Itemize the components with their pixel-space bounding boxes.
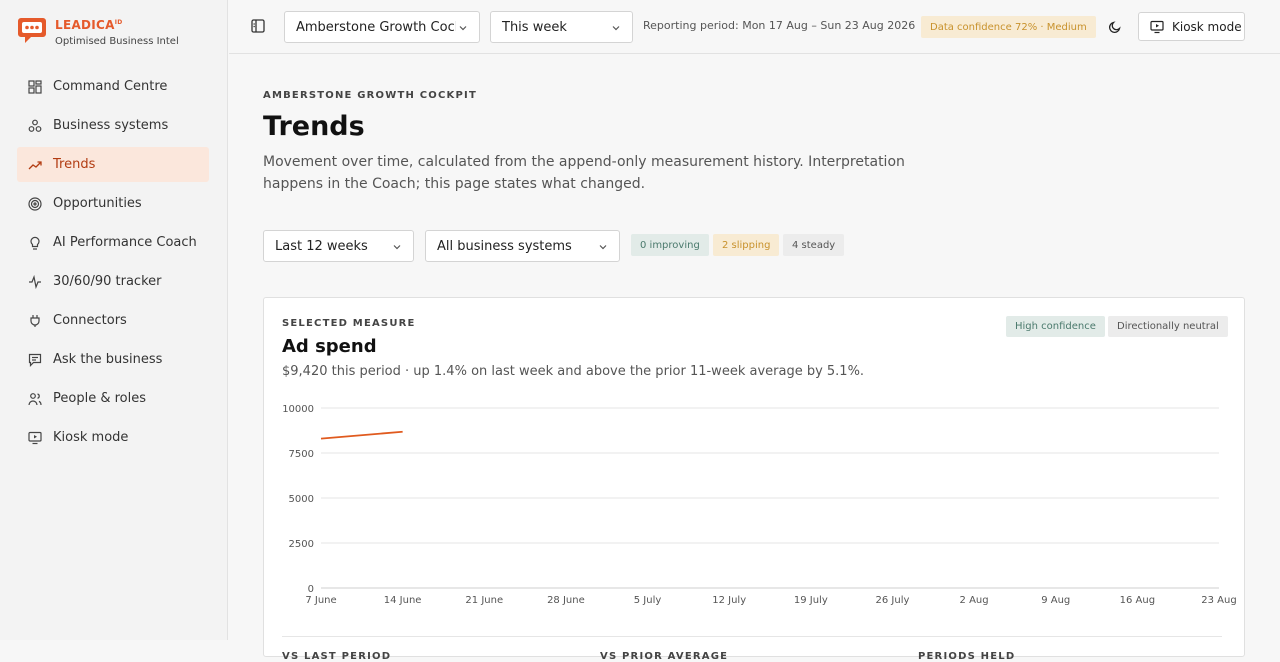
panel-left-icon bbox=[251, 19, 265, 33]
sidebar-item-label: Ask the business bbox=[53, 352, 163, 367]
sidebar-item-opportunities[interactable]: Opportunities bbox=[17, 186, 209, 221]
pulse-icon bbox=[29, 274, 41, 289]
chevron-down-icon bbox=[459, 26, 467, 31]
sidebar-item-command-centre[interactable]: Command Centre bbox=[17, 69, 209, 104]
kiosk-mode-label: Kiosk mode bbox=[1172, 19, 1242, 34]
chevron-down-icon bbox=[599, 245, 607, 250]
sidebar-item-kiosk-mode[interactable]: Kiosk mode bbox=[17, 420, 209, 455]
y-tick-label: 7500 bbox=[289, 449, 314, 460]
sidebar-item-label: Connectors bbox=[53, 313, 127, 328]
y-tick-label: 10000 bbox=[282, 404, 314, 415]
range-select-value: Last 12 weeks bbox=[275, 238, 368, 254]
monitor-icon bbox=[28, 431, 42, 444]
sidebar-item-connectors[interactable]: Connectors bbox=[17, 303, 209, 338]
x-tick-label: 9 Aug bbox=[1041, 595, 1070, 606]
x-tick-label: 12 July bbox=[712, 595, 746, 606]
stat-label-vs-last-period: VS LAST PERIOD bbox=[282, 651, 392, 662]
range-select[interactable]: Last 12 weeks bbox=[263, 230, 414, 262]
y-tick-label: 0 bbox=[308, 584, 314, 595]
steady-count-badge[interactable]: 4 steady bbox=[783, 234, 845, 256]
page-title: Trends bbox=[263, 111, 365, 142]
chevron-down-icon bbox=[612, 26, 620, 31]
sidebar-item-label: Kiosk mode bbox=[53, 430, 129, 445]
brand-name: LEADICA bbox=[55, 18, 115, 32]
lightbulb-icon bbox=[30, 236, 40, 250]
topbar: Amberstone Growth Cockpit This week Repo… bbox=[229, 0, 1280, 54]
monitor-icon bbox=[1150, 20, 1164, 33]
brand-logo-icon bbox=[18, 18, 46, 43]
sidebar-item-ask-the-business[interactable]: Ask the business bbox=[17, 342, 209, 377]
selected-measure-card: SELECTED MEASURE Ad spend $9,420 this pe… bbox=[263, 297, 1245, 662]
y-tick-label: 5000 bbox=[289, 494, 314, 505]
x-tick-label: 5 July bbox=[634, 595, 662, 606]
card-eyebrow: SELECTED MEASURE bbox=[282, 318, 416, 329]
plug-icon bbox=[30, 314, 40, 327]
sidebar-item-label: Trends bbox=[53, 157, 96, 172]
grid-icon bbox=[28, 79, 42, 94]
sidebar-item-trends[interactable]: Trends bbox=[17, 147, 209, 182]
theme-toggle-button[interactable] bbox=[1103, 15, 1127, 39]
sidebar-item-label: AI Performance Coach bbox=[53, 235, 197, 250]
stats-row: VS LAST PERIOD VS PRIOR AVERAGE PERIODS … bbox=[282, 636, 1222, 662]
brand[interactable]: LEADICAID Optimised Business Intel bbox=[17, 15, 179, 49]
moon-icon bbox=[1108, 21, 1121, 34]
improving-count-badge[interactable]: 0 improving bbox=[631, 234, 709, 256]
target-icon bbox=[28, 196, 42, 211]
x-tick-label: 14 June bbox=[384, 595, 422, 606]
sidebar-toggle-button[interactable] bbox=[246, 14, 270, 38]
sidebar-item-label: Opportunities bbox=[53, 196, 142, 211]
sidebar-item-label: Command Centre bbox=[53, 79, 168, 94]
trend-up-icon bbox=[28, 160, 42, 169]
stat-label-vs-prior-average: VS PRIOR AVERAGE bbox=[600, 651, 729, 662]
main-content: AMBERSTONE GROWTH COCKPIT Trends Movemen… bbox=[229, 55, 1280, 662]
sidebar-item-people-and-roles[interactable]: People & roles bbox=[17, 381, 209, 416]
sidebar-item-label: 30/60/90 tracker bbox=[53, 274, 162, 289]
measure-title: Ad spend bbox=[282, 336, 377, 357]
brand-mark: ID bbox=[114, 19, 123, 26]
data-confidence-badge: Data confidence 72% · Medium bbox=[921, 16, 1096, 38]
x-tick-label: 2 Aug bbox=[960, 595, 989, 606]
sidebar-item-label: People & roles bbox=[53, 391, 146, 406]
timeframe-select[interactable]: This week bbox=[490, 11, 633, 43]
people-icon bbox=[28, 392, 42, 405]
timeframe-select-value: This week bbox=[502, 19, 567, 35]
direction-badge: Directionally neutral bbox=[1108, 316, 1228, 337]
chevron-down-icon bbox=[393, 245, 401, 250]
brand-tagline: Optimised Business Intel bbox=[55, 36, 179, 47]
chat-icon bbox=[28, 353, 42, 367]
sidebar: LEADICAID Optimised Business Intel Comma… bbox=[0, 0, 228, 640]
stat-label-periods-held: PERIODS HELD bbox=[918, 651, 1016, 662]
systems-select[interactable]: All business systems bbox=[425, 230, 620, 262]
measure-summary: $9,420 this period · up 1.4% on last wee… bbox=[282, 364, 865, 379]
trend-chart: 0 2500 5000 7500 10000 7 June 14 June 21 June 28… bbox=[282, 404, 1237, 606]
page-description: Movement over time, calculated from the … bbox=[263, 154, 905, 192]
reporting-period: Reporting period: Mon 17 Aug – Sun 23 Au… bbox=[643, 19, 916, 32]
confidence-badge: High confidence bbox=[1006, 316, 1105, 337]
x-tick-label: 21 June bbox=[465, 595, 503, 606]
x-tick-label: 28 June bbox=[547, 595, 585, 606]
sidebar-item-business-systems[interactable]: Business systems bbox=[17, 108, 209, 143]
workspace-select[interactable]: Amberstone Growth Cockpit bbox=[284, 11, 480, 43]
sidebar-item-ai-performance-coach[interactable]: AI Performance Coach bbox=[17, 225, 209, 260]
page-eyebrow: AMBERSTONE GROWTH COCKPIT bbox=[263, 90, 477, 101]
systems-select-value: All business systems bbox=[437, 238, 572, 254]
kiosk-mode-button[interactable]: Kiosk mode bbox=[1138, 12, 1245, 41]
workspace-select-value: Amberstone Growth Cockpit bbox=[296, 19, 456, 35]
x-tick-label: 26 July bbox=[876, 595, 910, 606]
x-tick-label: 19 July bbox=[794, 595, 828, 606]
nodes-icon bbox=[28, 119, 42, 132]
slipping-count-badge[interactable]: 2 slipping bbox=[713, 234, 780, 256]
series-line bbox=[320, 430, 403, 440]
sidebar-item-30-60-90-tracker[interactable]: 30/60/90 tracker bbox=[17, 264, 209, 299]
sidebar-item-label: Business systems bbox=[53, 118, 169, 133]
x-tick-label: 16 Aug bbox=[1120, 595, 1155, 606]
sidebar-nav: Command Centre Business systems Trends O… bbox=[17, 69, 209, 459]
y-tick-label: 2500 bbox=[289, 539, 314, 550]
x-tick-label: 7 June bbox=[305, 595, 336, 606]
x-tick-label: 23 Aug bbox=[1201, 595, 1236, 606]
